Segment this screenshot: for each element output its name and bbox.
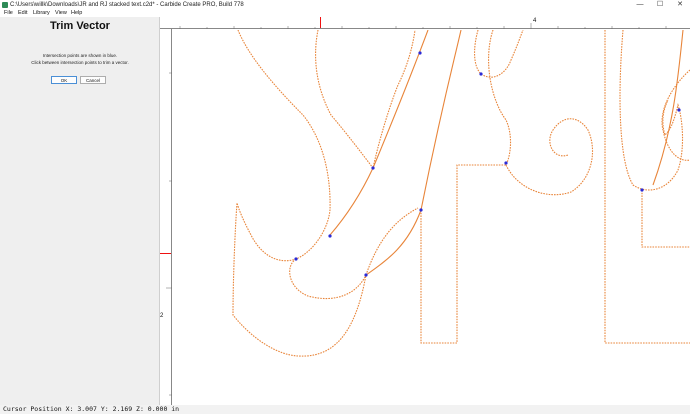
menu-edit[interactable]: Edit xyxy=(18,9,27,17)
vector-path-stem-1[interactable] xyxy=(420,164,506,344)
trim-vector-panel: Trim Vector Intersection points are show… xyxy=(0,17,160,405)
vector-path-swash-outer[interactable] xyxy=(232,29,419,357)
intersection-point[interactable] xyxy=(418,51,422,55)
left-ruler: 2 xyxy=(160,29,172,405)
intersection-point[interactable] xyxy=(328,234,332,238)
vector-path-r-loop-2[interactable] xyxy=(505,118,594,196)
intersection-point[interactable] xyxy=(419,208,423,212)
vector-path-diagonal-1[interactable] xyxy=(329,29,429,236)
intersection-point[interactable] xyxy=(294,257,298,261)
left-ruler-label: 2 xyxy=(160,313,164,319)
menu-file[interactable]: File xyxy=(4,9,13,17)
vector-path-r-loop[interactable] xyxy=(474,29,524,78)
left-ruler-ticks xyxy=(166,72,172,396)
instruction-line-1: Intersection points are shown in blue. xyxy=(42,53,118,58)
menu-view[interactable]: View xyxy=(55,9,67,17)
ok-button[interactable]: OK xyxy=(51,76,77,84)
ruler-cursor-marker-y xyxy=(160,253,171,254)
vector-path-swash-lower[interactable] xyxy=(289,258,367,300)
menu-help[interactable]: Help xyxy=(71,9,82,17)
top-ruler-ticks xyxy=(179,23,667,29)
intersection-point[interactable] xyxy=(364,273,368,277)
design-canvas[interactable] xyxy=(173,29,690,405)
menu-library[interactable]: Library xyxy=(33,9,50,17)
status-bar: Cursor Position X: 3.007 Y: 2.169 Z: 0.0… xyxy=(0,405,690,414)
intersection-point[interactable] xyxy=(479,72,483,76)
vector-path-swash-inner[interactable] xyxy=(315,29,416,170)
intersection-point[interactable] xyxy=(371,166,375,170)
top-ruler: 4 xyxy=(160,17,690,29)
menu-bar: File Edit Library View Help xyxy=(0,9,690,17)
cancel-button[interactable]: Cancel xyxy=(80,76,106,84)
instruction-line-2: Click between intersection points to tri… xyxy=(31,60,129,65)
vector-path-stem-2-inner[interactable] xyxy=(641,190,690,248)
ruler-cursor-marker-x xyxy=(320,17,321,28)
vector-path-right-edge[interactable] xyxy=(661,69,690,161)
top-ruler-label: 4 xyxy=(533,18,537,24)
intersection-point[interactable] xyxy=(677,108,681,112)
panel-title: Trim Vector xyxy=(50,20,110,32)
intersection-point[interactable] xyxy=(504,161,508,165)
cursor-position: Cursor Position X: 3.007 Y: 2.169 Z: 0.0… xyxy=(3,405,180,413)
vector-path-r-loop-3[interactable] xyxy=(488,29,512,166)
app-icon xyxy=(2,2,8,8)
intersection-point[interactable] xyxy=(640,188,644,192)
vector-drawing[interactable] xyxy=(173,29,690,405)
